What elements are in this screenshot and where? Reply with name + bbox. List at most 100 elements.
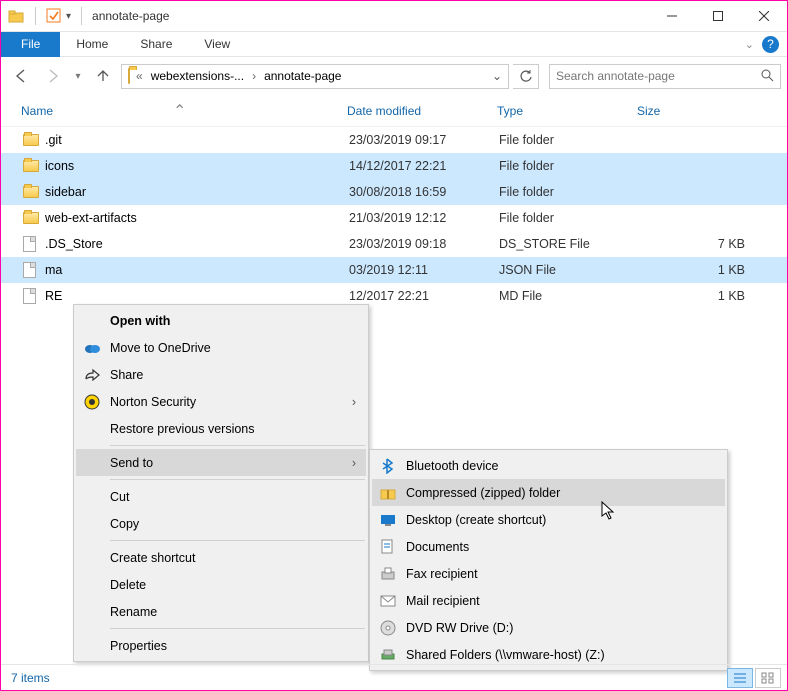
file-size: 7 KB [639,237,787,251]
column-size[interactable]: Size [637,104,787,118]
file-row[interactable]: .git23/03/2019 09:17File folder [1,127,787,153]
file-type: JSON File [499,263,639,277]
address-bar[interactable]: « webextensions-... › annotate-page ⌄ [121,64,509,89]
chevron-right-icon: › [352,456,366,470]
sendto-mail[interactable]: Mail recipient [372,587,725,614]
file-date: 14/12/2017 22:21 [349,159,499,173]
file-row[interactable]: ma03/2019 12:11JSON File1 KB [1,257,787,283]
forward-button[interactable] [39,62,67,90]
folder-icon [23,134,45,146]
folder-icon [23,186,45,198]
file-name: .git [45,133,349,147]
breadcrumb-part[interactable]: annotate-page [258,65,347,88]
menu-cut[interactable]: Cut [76,483,366,510]
tab-share[interactable]: Share [124,32,188,57]
menu-norton[interactable]: Norton Security› [76,388,366,415]
file-size: 1 KB [639,289,787,303]
navigation-bar: ▾ « webextensions-... › annotate-page ⌄ … [1,57,787,95]
close-button[interactable] [741,1,787,32]
help-button[interactable]: ? [762,36,779,53]
column-date[interactable]: Date modified [347,104,497,118]
onedrive-icon [84,342,100,354]
file-row[interactable]: .DS_Store23/03/2019 09:18DS_STORE File7 … [1,231,787,257]
menu-properties[interactable]: Properties [76,632,366,659]
up-button[interactable] [89,62,117,90]
back-button[interactable] [7,62,35,90]
file-type: File folder [499,159,639,173]
sendto-desktop[interactable]: Desktop (create shortcut) [372,506,725,533]
sort-indicator-icon: ⌃ [173,101,186,121]
column-headers: Name⌃ Date modified Type Size [1,95,787,127]
sendto-fax[interactable]: Fax recipient [372,560,725,587]
folder-icon [128,69,130,83]
file-date: 30/08/2018 16:59 [349,185,499,199]
chevron-right-icon: › [352,395,366,409]
icons-view-button[interactable] [755,668,781,688]
refresh-button[interactable] [513,64,539,89]
chevron-icon: « [134,69,145,83]
quick-access-toolbar: ▾ [1,7,88,25]
ribbon: File Home Share View ⌄ ? [1,32,787,57]
details-view-button[interactable] [727,668,753,688]
menu-delete[interactable]: Delete [76,571,366,598]
titlebar: ▾ annotate-page [1,1,787,32]
minimize-button[interactable] [649,1,695,32]
file-row[interactable]: sidebar30/08/2018 16:59File folder [1,179,787,205]
tab-home[interactable]: Home [60,32,124,57]
dvd-icon [380,620,396,636]
file-list[interactable]: .git23/03/2019 09:17File foldericons14/1… [1,127,787,309]
chevron-right-icon: › [250,69,258,83]
fax-icon [380,567,396,581]
menu-open-with[interactable]: Open with [76,307,366,334]
search-placeholder: Search annotate-page [556,69,675,83]
menu-onedrive[interactable]: Move to OneDrive [76,334,366,361]
file-name: RE [45,289,349,303]
context-menu: Open with Move to OneDrive Share Norton … [73,304,369,662]
status-bar: 7 items [1,664,787,690]
file-date: 21/03/2019 12:12 [349,211,499,225]
file-row[interactable]: web-ext-artifacts21/03/2019 12:12File fo… [1,205,787,231]
sendto-bluetooth[interactable]: Bluetooth device [372,452,725,479]
sendto-documents[interactable]: Documents [372,533,725,560]
window-title: annotate-page [92,9,649,23]
column-type[interactable]: Type [497,104,637,118]
item-count: 7 items [11,671,50,685]
breadcrumb-part[interactable]: webextensions-... [145,65,250,88]
menu-send-to[interactable]: Send to› [76,449,366,476]
menu-copy[interactable]: Copy [76,510,366,537]
search-input[interactable]: Search annotate-page [549,64,781,89]
chevron-down-icon[interactable]: ▾ [66,11,71,22]
file-type: MD File [499,289,639,303]
bluetooth-icon [380,458,394,474]
file-type: File folder [499,211,639,225]
file-date: 23/03/2019 09:17 [349,133,499,147]
sendto-dvd[interactable]: DVD RW Drive (D:) [372,614,725,641]
file-date: 12/2017 22:21 [349,289,499,303]
recent-dropdown[interactable]: ▾ [71,62,85,90]
file-date: 03/2019 12:11 [349,263,499,277]
menu-share[interactable]: Share [76,361,366,388]
menu-rename[interactable]: Rename [76,598,366,625]
mail-icon [380,595,396,607]
column-name[interactable]: Name⌃ [21,101,347,121]
search-icon[interactable] [760,68,774,85]
sendto-compressed-folder[interactable]: Compressed (zipped) folder [372,479,725,506]
file-date: 23/03/2019 09:18 [349,237,499,251]
file-tab[interactable]: File [1,32,60,57]
sendto-submenu: Bluetooth device Compressed (zipped) fol… [369,449,728,671]
checkbox-icon[interactable] [46,8,62,24]
folder-icon [23,160,45,172]
address-dropdown[interactable]: ⌄ [488,69,506,83]
menu-create-shortcut[interactable]: Create shortcut [76,544,366,571]
menu-restore[interactable]: Restore previous versions [76,415,366,442]
desktop-icon [380,513,396,527]
maximize-button[interactable] [695,1,741,32]
file-name: web-ext-artifacts [45,211,349,225]
file-row[interactable]: icons14/12/2017 22:21File folder [1,153,787,179]
file-size: 1 KB [639,263,787,277]
file-icon [23,236,45,252]
file-icon [23,288,45,304]
zip-folder-icon [380,486,396,500]
expand-ribbon-icon[interactable]: ⌄ [745,38,754,51]
tab-view[interactable]: View [188,32,246,57]
